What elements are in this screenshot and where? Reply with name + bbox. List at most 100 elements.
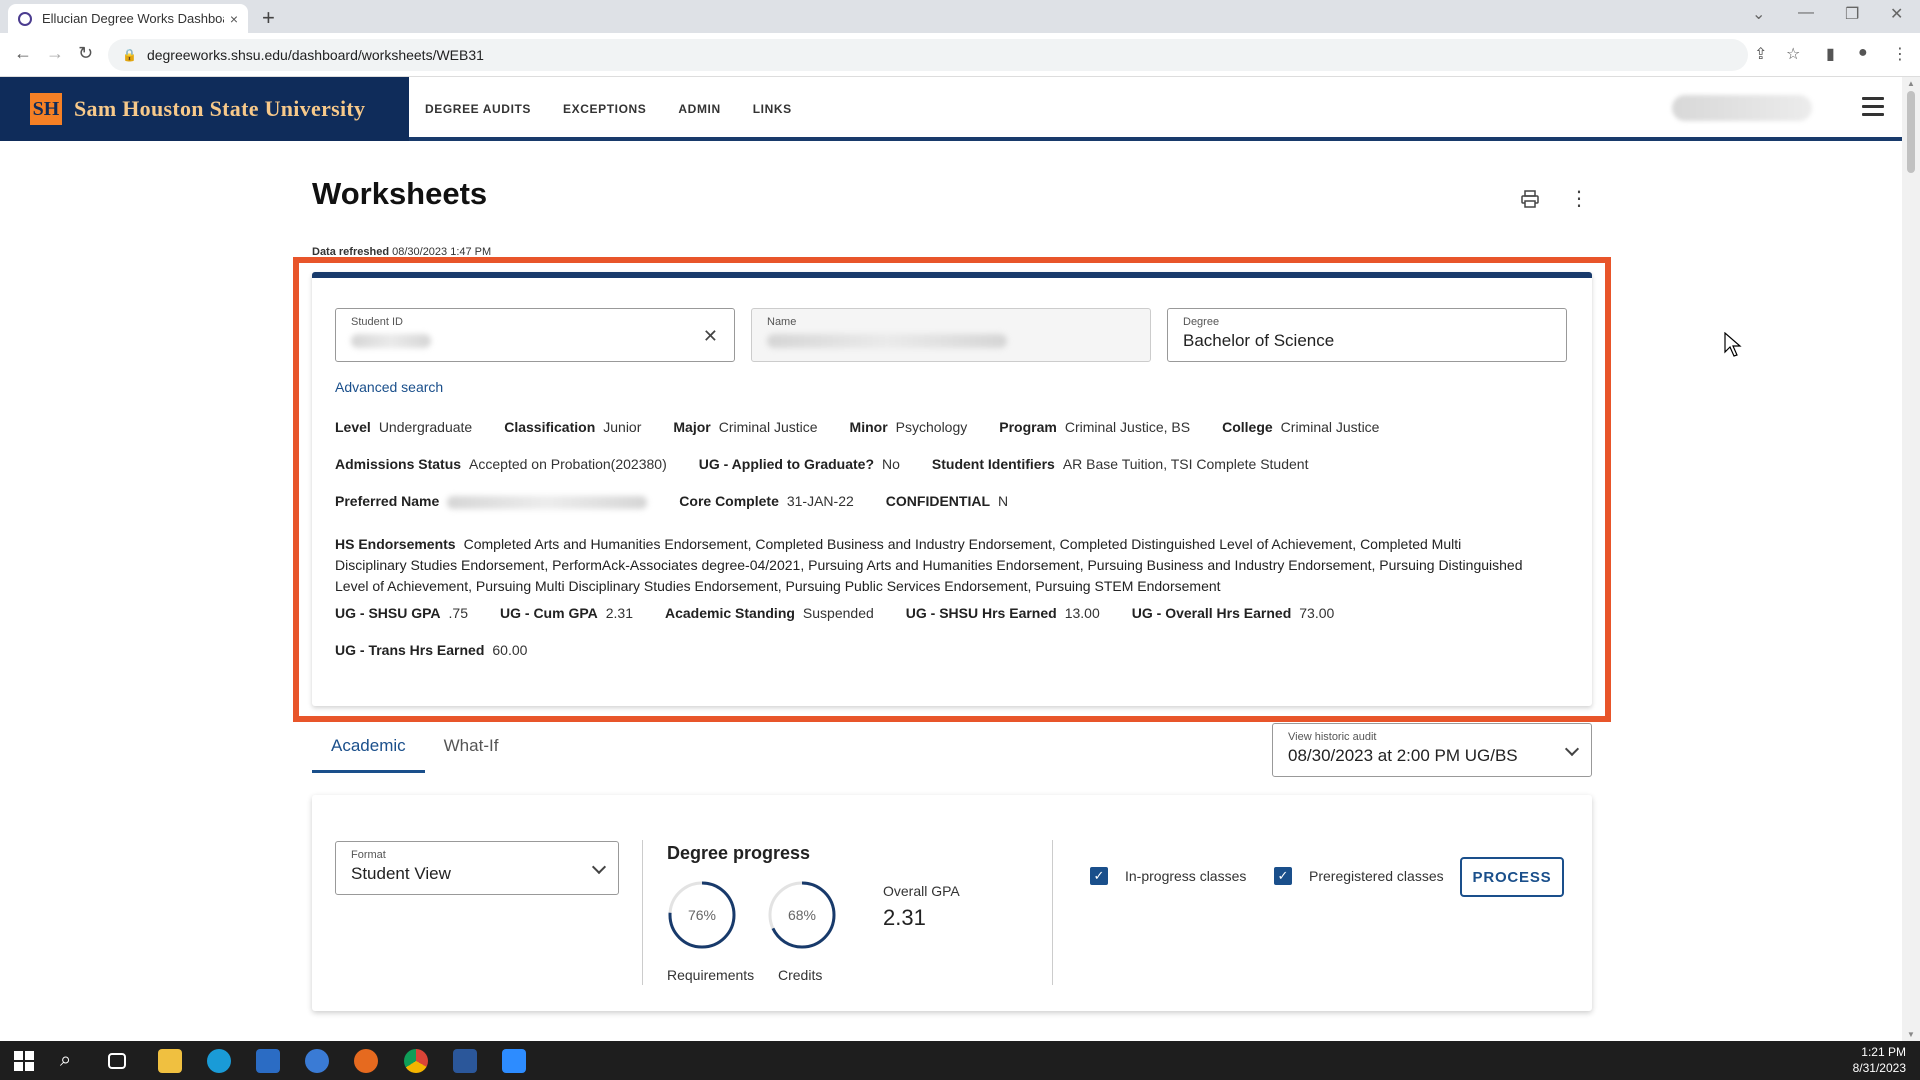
preregistered-label[interactable]: Preregistered classes [1309, 868, 1444, 884]
word-icon[interactable] [453, 1049, 477, 1073]
browser-tab[interactable]: Ellucian Degree Works Dashboar × [8, 4, 248, 33]
format-label: Format [351, 849, 386, 861]
taskbar-clock[interactable]: 1:21 PM 8/31/2023 [1853, 1044, 1906, 1076]
credits-progress-ring: 68% [768, 881, 836, 949]
in-progress-checkbox[interactable]: ✓ [1090, 867, 1108, 885]
info-college: College Criminal Justice [1222, 419, 1380, 435]
page-title: Worksheets [312, 176, 488, 211]
student-id-value-blurred [351, 334, 431, 348]
print-icon[interactable] [1521, 190, 1539, 208]
historic-audit-select[interactable]: View historic audit 08/30/2023 at 2:00 P… [1272, 723, 1592, 777]
side-panel-icon[interactable]: ▮ [1826, 44, 1835, 64]
info-shsu-hrs-earned: UG - SHSU Hrs Earned 13.00 [905, 605, 1100, 621]
tab-academic[interactable]: Academic [312, 728, 425, 773]
nav-degree-audits[interactable]: DEGREE AUDITS [425, 102, 531, 116]
page-scrollbar[interactable]: ▲ ▼ [1902, 77, 1920, 1041]
historic-audit-label: View historic audit [1288, 731, 1377, 743]
refreshed-label: Data refreshed [312, 246, 390, 256]
browser-tabstrip: Ellucian Degree Works Dashboar × + ⌄ — ❐… [0, 0, 1920, 33]
degree-progress-card: Format Student View Degree progress 76% … [312, 795, 1592, 1011]
info-program: Program Criminal Justice, BS [999, 419, 1191, 435]
info-row-3: Preferred Name Core Complete 31-JAN-22 CO… [335, 493, 1040, 509]
clock-date: 8/31/2023 [1852, 1061, 1906, 1075]
file-explorer-icon[interactable] [158, 1049, 182, 1073]
firefox-icon[interactable] [354, 1049, 378, 1073]
profile-icon[interactable]: ● [1858, 44, 1868, 62]
tab-what-if[interactable]: What-If [425, 728, 518, 773]
info-row-1: Level Undergraduate Classification Junior … [335, 419, 1411, 435]
zoom-icon[interactable] [502, 1049, 526, 1073]
refreshed-value: 08/30/2023 1:47 PM [392, 246, 492, 256]
preregistered-checkbox[interactable]: ✓ [1274, 867, 1292, 885]
top-navigation: DEGREE AUDITS EXCEPTIONS ADMIN LINKS [425, 77, 792, 141]
scroll-down-icon[interactable]: ▼ [1907, 1030, 1915, 1039]
info-academic-standing: Academic Standing Suspended [665, 605, 874, 621]
edge-icon[interactable] [207, 1049, 231, 1073]
name-field: Name [751, 308, 1151, 362]
store-icon[interactable] [256, 1049, 280, 1073]
name-value-blurred [767, 334, 1007, 348]
back-icon[interactable]: ← [14, 43, 32, 64]
clear-icon[interactable]: ✕ [703, 326, 718, 347]
nav-exceptions[interactable]: EXCEPTIONS [563, 102, 646, 116]
info-trans-hrs-earned: UG - Trans Hrs Earned 60.00 [335, 642, 528, 658]
nav-admin[interactable]: ADMIN [678, 102, 720, 116]
hamburger-menu-icon[interactable] [1862, 97, 1884, 121]
share-icon[interactable]: ⇪ [1754, 44, 1767, 64]
user-account-blurred[interactable] [1672, 95, 1812, 121]
scrollbar-thumb[interactable] [1907, 91, 1915, 173]
university-logo: SH [30, 93, 62, 125]
process-button[interactable]: PROCESS [1460, 857, 1564, 897]
new-tab-button[interactable]: + [262, 5, 275, 31]
advanced-search-link[interactable]: Advanced search [335, 379, 443, 395]
credits-label: Credits [778, 967, 823, 983]
url-text: degreeworks.shsu.edu/dashboard/worksheet… [146, 47, 484, 63]
info-applied-to-graduate: UG - Applied to Graduate? No [698, 456, 900, 472]
task-view-icon[interactable] [108, 1053, 126, 1069]
minimize-icon[interactable]: — [1798, 4, 1814, 22]
info-row-6: UG - Trans Hrs Earned 60.00 [335, 642, 559, 658]
hs-endorsements-label: HS Endorsements [335, 536, 456, 552]
chrome-icon[interactable] [404, 1049, 428, 1073]
info-cum-gpa: UG - Cum GPA 2.31 [500, 605, 633, 621]
info-overall-hrs-earned: UG - Overall Hrs Earned 73.00 [1131, 605, 1335, 621]
forward-icon[interactable]: → [46, 43, 64, 64]
student-info-card: Student ID ✕ Name Degree Bachelor of Sci… [312, 272, 1592, 706]
data-refreshed: Data refreshed 08/30/2023 1:47 PM [312, 246, 491, 256]
more-options-icon[interactable]: ⋮ [1569, 189, 1589, 209]
student-id-label: Student ID [351, 316, 403, 328]
clock-time: 1:21 PM [1861, 1045, 1906, 1059]
tab-close-icon[interactable]: × [230, 11, 238, 27]
student-id-field[interactable]: Student ID ✕ [335, 308, 735, 362]
format-select[interactable]: Format Student View [335, 841, 619, 895]
site-header: SH Sam Houston State University DEGREE A… [0, 77, 1902, 141]
windows-start-icon[interactable] [12, 1049, 36, 1073]
tab-title: Ellucian Degree Works Dashboar [42, 11, 224, 26]
in-progress-label[interactable]: In-progress classes [1125, 868, 1246, 884]
bookmark-star-icon[interactable]: ☆ [1786, 44, 1800, 64]
divider [642, 840, 643, 985]
reload-icon[interactable]: ↻ [78, 43, 93, 64]
restore-icon[interactable]: ❐ [1845, 4, 1859, 24]
nav-links[interactable]: LINKS [753, 102, 792, 116]
info-preferred-name: Preferred Name [335, 493, 648, 509]
info-student-identifiers: Student Identifiers AR Base Tuition, TSI … [931, 456, 1309, 472]
info-major: Major Criminal Justice [673, 419, 818, 435]
overall-gpa-label: Overall GPA [883, 883, 960, 899]
tab-search-icon[interactable]: ⌄ [1752, 4, 1765, 24]
university-brand[interactable]: SH Sam Houston State University [0, 77, 409, 141]
info-row-2: Admissions Status Accepted on Probation(2… [335, 456, 1340, 472]
info-core-complete: Core Complete 31-JAN-22 [679, 493, 854, 509]
app-icon[interactable] [305, 1049, 329, 1073]
browser-menu-icon[interactable]: ⋮ [1892, 44, 1908, 64]
url-field[interactable]: 🔒 degreeworks.shsu.edu/dashboard/workshe… [108, 39, 1748, 71]
audit-tabs: Academic What-If [312, 728, 517, 773]
degree-field[interactable]: Degree Bachelor of Science [1167, 308, 1567, 362]
close-window-icon[interactable]: ✕ [1890, 4, 1903, 24]
degree-label: Degree [1183, 316, 1220, 328]
info-row-5: UG - SHSU GPA .75 UG - Cum GPA 2.31 Academ… [335, 605, 1366, 621]
search-icon[interactable]: ⌕ [60, 1049, 84, 1073]
windows-taskbar: ⌕ 1:21 PM 8/31/2023 [0, 1041, 1920, 1080]
scroll-up-icon[interactable]: ▲ [1907, 79, 1915, 88]
info-minor: Minor Psychology [849, 419, 968, 435]
